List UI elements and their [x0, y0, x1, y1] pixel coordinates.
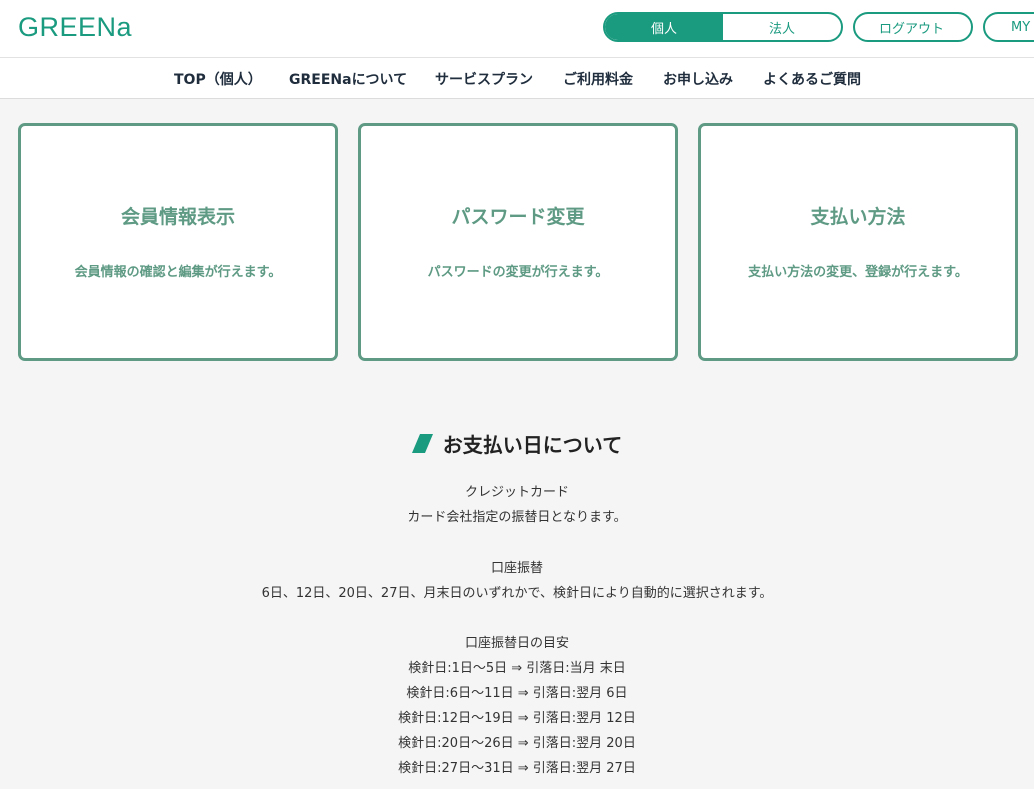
card-description: 会員情報の確認と編集が行えます。	[74, 265, 282, 280]
logout-button-label: ログアウト	[879, 21, 945, 37]
transfer-guide-row: 検針日:6日～11日 ⇒ 引落日:翌月 6日	[406, 686, 628, 701]
card-description: 支払い方法の変更、登録が行えます。	[748, 265, 968, 280]
main-nav: TOP（個人） GREENaについて サービスプラン ご利用料金 お申し込み よ…	[0, 57, 1034, 99]
heading-slash-icon	[411, 434, 433, 453]
card-title: 会員情報表示	[120, 206, 235, 228]
logout-button[interactable]: ログアウト	[853, 12, 973, 42]
bank-transfer-text: 6日、12日、20日、27日、月末日のいずれかで、検針日により自動的に選択されま…	[261, 586, 773, 601]
personal-toggle-button[interactable]: 個人	[605, 14, 723, 40]
customer-type-toggle: 個人 法人	[603, 12, 843, 42]
payment-method-card[interactable]: 支払い方法 支払い方法の変更、登録が行えます。	[698, 123, 1018, 361]
nav-item-service-plan[interactable]: サービスプラン	[435, 69, 533, 89]
password-change-card[interactable]: パスワード変更 パスワードの変更が行えます。	[358, 123, 678, 361]
card-title: 支払い方法	[810, 206, 906, 228]
mypage-button[interactable]: MY	[983, 12, 1034, 42]
site-header: GREENa 個人 法人 ログアウト MY	[0, 0, 1034, 57]
nav-item-about[interactable]: GREENaについて	[289, 69, 407, 89]
transfer-guide-row: 検針日:20日～26日 ⇒ 引落日:翌月 20日	[398, 736, 636, 751]
transfer-guide-row: 検針日:27日～31日 ⇒ 引落日:翌月 27日	[398, 761, 636, 776]
bank-transfer-heading: 口座振替	[490, 561, 543, 576]
transfer-guide-row: 検針日:1日～5日 ⇒ 引落日:当月 末日	[408, 661, 626, 676]
greena-logo[interactable]: GREENa	[18, 12, 164, 45]
transfer-guide-row: 検針日:12日～19日 ⇒ 引落日:翌月 12日	[398, 711, 636, 726]
credit-card-heading: クレジットカード	[464, 485, 569, 500]
nav-item-apply[interactable]: お申し込み	[663, 69, 733, 89]
section-title-text: お支払い日について	[442, 433, 623, 457]
payment-date-section-heading: お支払い日について	[0, 429, 1034, 458]
nav-item-faq[interactable]: よくあるご質問	[763, 69, 861, 89]
mypage-button-label: MY	[1011, 19, 1031, 35]
member-info-card[interactable]: 会員情報表示 会員情報の確認と編集が行えます。	[18, 123, 338, 361]
card-description: パスワードの変更が行えます。	[427, 265, 609, 280]
corporate-toggle-button[interactable]: 法人	[723, 14, 841, 40]
svg-text:GREENa: GREENa	[18, 13, 133, 41]
card-title: パスワード変更	[451, 206, 585, 228]
nav-item-pricing[interactable]: ご利用料金	[563, 69, 633, 89]
transfer-guide-heading: 口座振替日の目安	[464, 636, 569, 651]
greena-logo-mark: GREENa	[18, 12, 133, 42]
credit-card-text: カード会社指定の振替日となります。	[407, 510, 627, 525]
nav-item-top[interactable]: TOP（個人）	[174, 69, 262, 89]
